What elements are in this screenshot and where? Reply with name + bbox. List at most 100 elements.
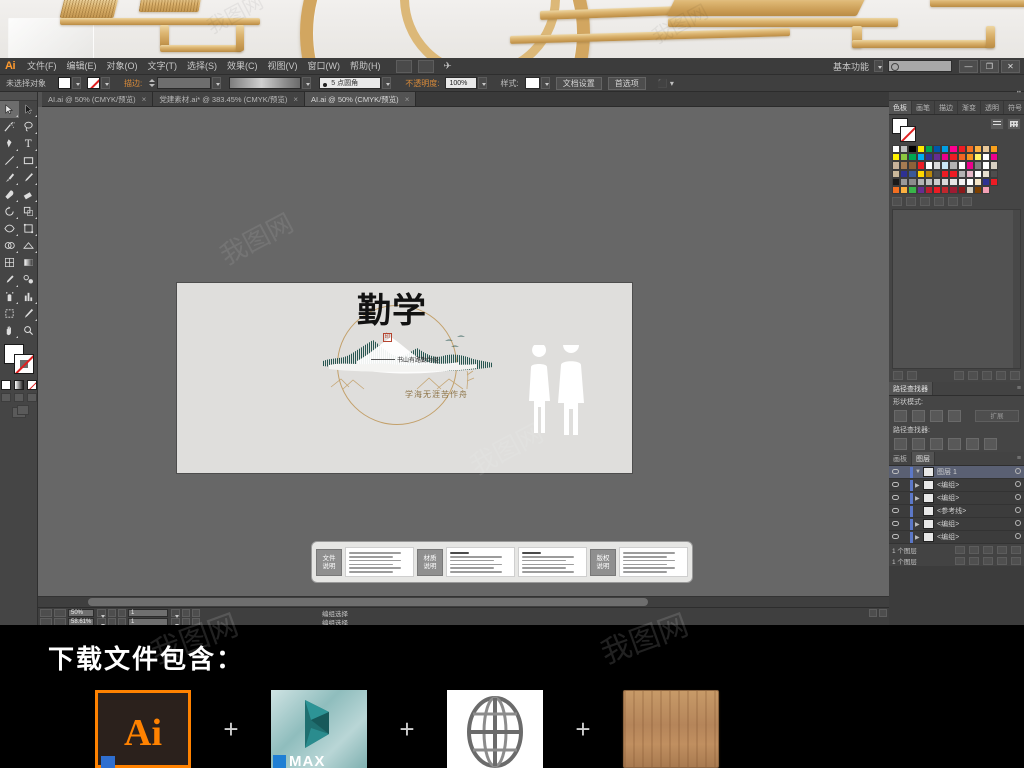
hand-tool[interactable] [0, 322, 19, 339]
status-export-icon[interactable] [54, 608, 66, 617]
artboard-prev-icon[interactable] [118, 608, 126, 617]
pencil-tool[interactable] [19, 169, 38, 186]
crop-button[interactable] [948, 438, 961, 451]
color-swatch[interactable] [932, 177, 942, 186]
chevron-down-icon[interactable]: ▼ [915, 469, 923, 475]
magic-wand-tool[interactable] [0, 118, 19, 135]
selection-tool[interactable] [0, 101, 19, 118]
color-swatch[interactable] [892, 185, 901, 195]
artboard-last-icon[interactable] [192, 608, 200, 617]
merge-button[interactable] [930, 438, 943, 451]
pen-tool[interactable] [0, 135, 19, 152]
artboard-chevron-down-icon[interactable] [171, 608, 180, 618]
zoom-tool[interactable] [19, 322, 38, 339]
swatch-new-group-icon[interactable] [920, 197, 930, 207]
color-swatch[interactable] [990, 145, 999, 154]
tab-transparency[interactable]: 透明 [981, 101, 1004, 114]
artboard-first-icon[interactable] [108, 608, 116, 617]
minus-front-button[interactable] [912, 410, 925, 423]
color-swatch[interactable] [965, 153, 974, 162]
color-swatch[interactable] [892, 145, 901, 154]
eye-icon[interactable] [889, 533, 902, 541]
search-input[interactable] [888, 60, 952, 72]
window-minimize-button[interactable]: — [959, 59, 978, 73]
color-swatch[interactable] [957, 161, 966, 170]
trim-button[interactable] [912, 438, 925, 451]
layer-row[interactable]: <参考线> [889, 505, 1024, 519]
new-brush-folder-icon[interactable] [982, 371, 992, 381]
status-play-icon[interactable] [869, 608, 877, 617]
color-swatch[interactable] [916, 169, 925, 178]
remove-brush-stroke-icon[interactable] [954, 371, 964, 381]
document-setup-button[interactable]: 文档设置 [555, 76, 602, 90]
color-swatch[interactable] [982, 185, 991, 195]
symbol-sprayer-tool[interactable] [0, 288, 19, 305]
chevron-down-icon[interactable]: ▶ [915, 534, 923, 541]
tab-layers[interactable]: 图层 [912, 452, 935, 466]
close-icon[interactable]: × [405, 95, 410, 104]
color-swatch[interactable] [941, 185, 950, 195]
pathfinder-menu-icon[interactable]: ≡ [1014, 382, 1024, 395]
swatches-stroke-box[interactable] [900, 126, 916, 142]
color-swatch[interactable] [973, 145, 983, 154]
brush-chevron-down-icon[interactable] [382, 77, 392, 89]
status-sound-icon[interactable] [879, 608, 887, 617]
color-swatch[interactable] [973, 169, 983, 178]
menu-type[interactable]: 文字(T) [143, 58, 183, 75]
swatch-delete-icon[interactable] [962, 197, 972, 207]
blend-tool[interactable] [19, 271, 38, 288]
tab-gradient[interactable]: 渐变 [958, 101, 981, 114]
color-swatch[interactable] [908, 145, 917, 154]
color-swatch[interactable] [941, 177, 950, 186]
color-swatch[interactable] [932, 185, 942, 195]
eye-icon[interactable] [889, 520, 902, 528]
color-swatch[interactable] [900, 153, 909, 162]
color-swatch[interactable] [965, 185, 974, 195]
panel-scroll-area[interactable] [892, 209, 1021, 370]
workspace-chevron-down-icon[interactable] [874, 60, 883, 72]
stroke-weight-stepper[interactable] [149, 77, 156, 89]
close-icon[interactable]: × [142, 95, 147, 104]
color-swatch[interactable] [990, 169, 999, 178]
document-tab-2[interactable]: 党建素材.ai* @ 383.45% (CMYK/预览) × [153, 92, 306, 106]
layer-row[interactable]: ▶ <编组> [889, 479, 1024, 493]
swatch-new-icon[interactable] [948, 197, 958, 207]
opacity-chevron-down-icon[interactable] [478, 77, 488, 89]
blob-brush-tool[interactable] [0, 186, 19, 203]
zoom-level-input[interactable]: 50% [68, 608, 94, 617]
delete-layer-icon-alt[interactable] [1011, 556, 1021, 565]
eyedropper-tool[interactable] [0, 271, 19, 288]
lasso-tool[interactable] [19, 118, 38, 135]
mesh-tool[interactable] [0, 254, 19, 271]
new-sublayer-icon-alt[interactable] [983, 556, 993, 565]
layer-row[interactable]: ▶ <编组> [889, 518, 1024, 532]
bridge-icon[interactable] [395, 59, 412, 73]
zoom-chevron-down-icon[interactable] [97, 608, 106, 618]
color-swatch[interactable] [957, 177, 966, 186]
tab-symbols[interactable]: 符号 [1004, 101, 1024, 114]
color-swatch[interactable] [908, 169, 917, 178]
target-indicator-icon[interactable] [1011, 520, 1024, 528]
paintbrush-tool[interactable] [0, 169, 19, 186]
status-grid-icon[interactable] [40, 608, 52, 617]
layer-row[interactable]: ▶ <编组> [889, 492, 1024, 506]
column-graph-tool[interactable] [19, 288, 38, 305]
window-close-button[interactable]: ✕ [1001, 59, 1020, 73]
target-indicator-icon[interactable] [1011, 533, 1024, 541]
color-swatch[interactable] [908, 153, 917, 162]
color-swatch[interactable] [924, 161, 933, 170]
rectangle-tool[interactable] [19, 152, 38, 169]
width-tool[interactable] [0, 220, 19, 237]
color-swatch[interactable] [982, 161, 991, 170]
color-swatch[interactable] [982, 177, 991, 186]
color-swatch[interactable] [908, 185, 917, 195]
menu-window[interactable]: 窗口(W) [303, 58, 346, 75]
locate-object-icon[interactable] [955, 545, 965, 554]
stroke-color-swatch[interactable] [87, 77, 100, 89]
tab-stroke[interactable]: 描边 [935, 101, 958, 114]
stroke-profile-preview[interactable] [229, 77, 302, 89]
slice-tool[interactable] [19, 305, 38, 322]
new-sublayer-icon[interactable] [983, 545, 993, 554]
color-swatch[interactable] [916, 177, 925, 186]
color-swatch[interactable] [924, 177, 933, 186]
